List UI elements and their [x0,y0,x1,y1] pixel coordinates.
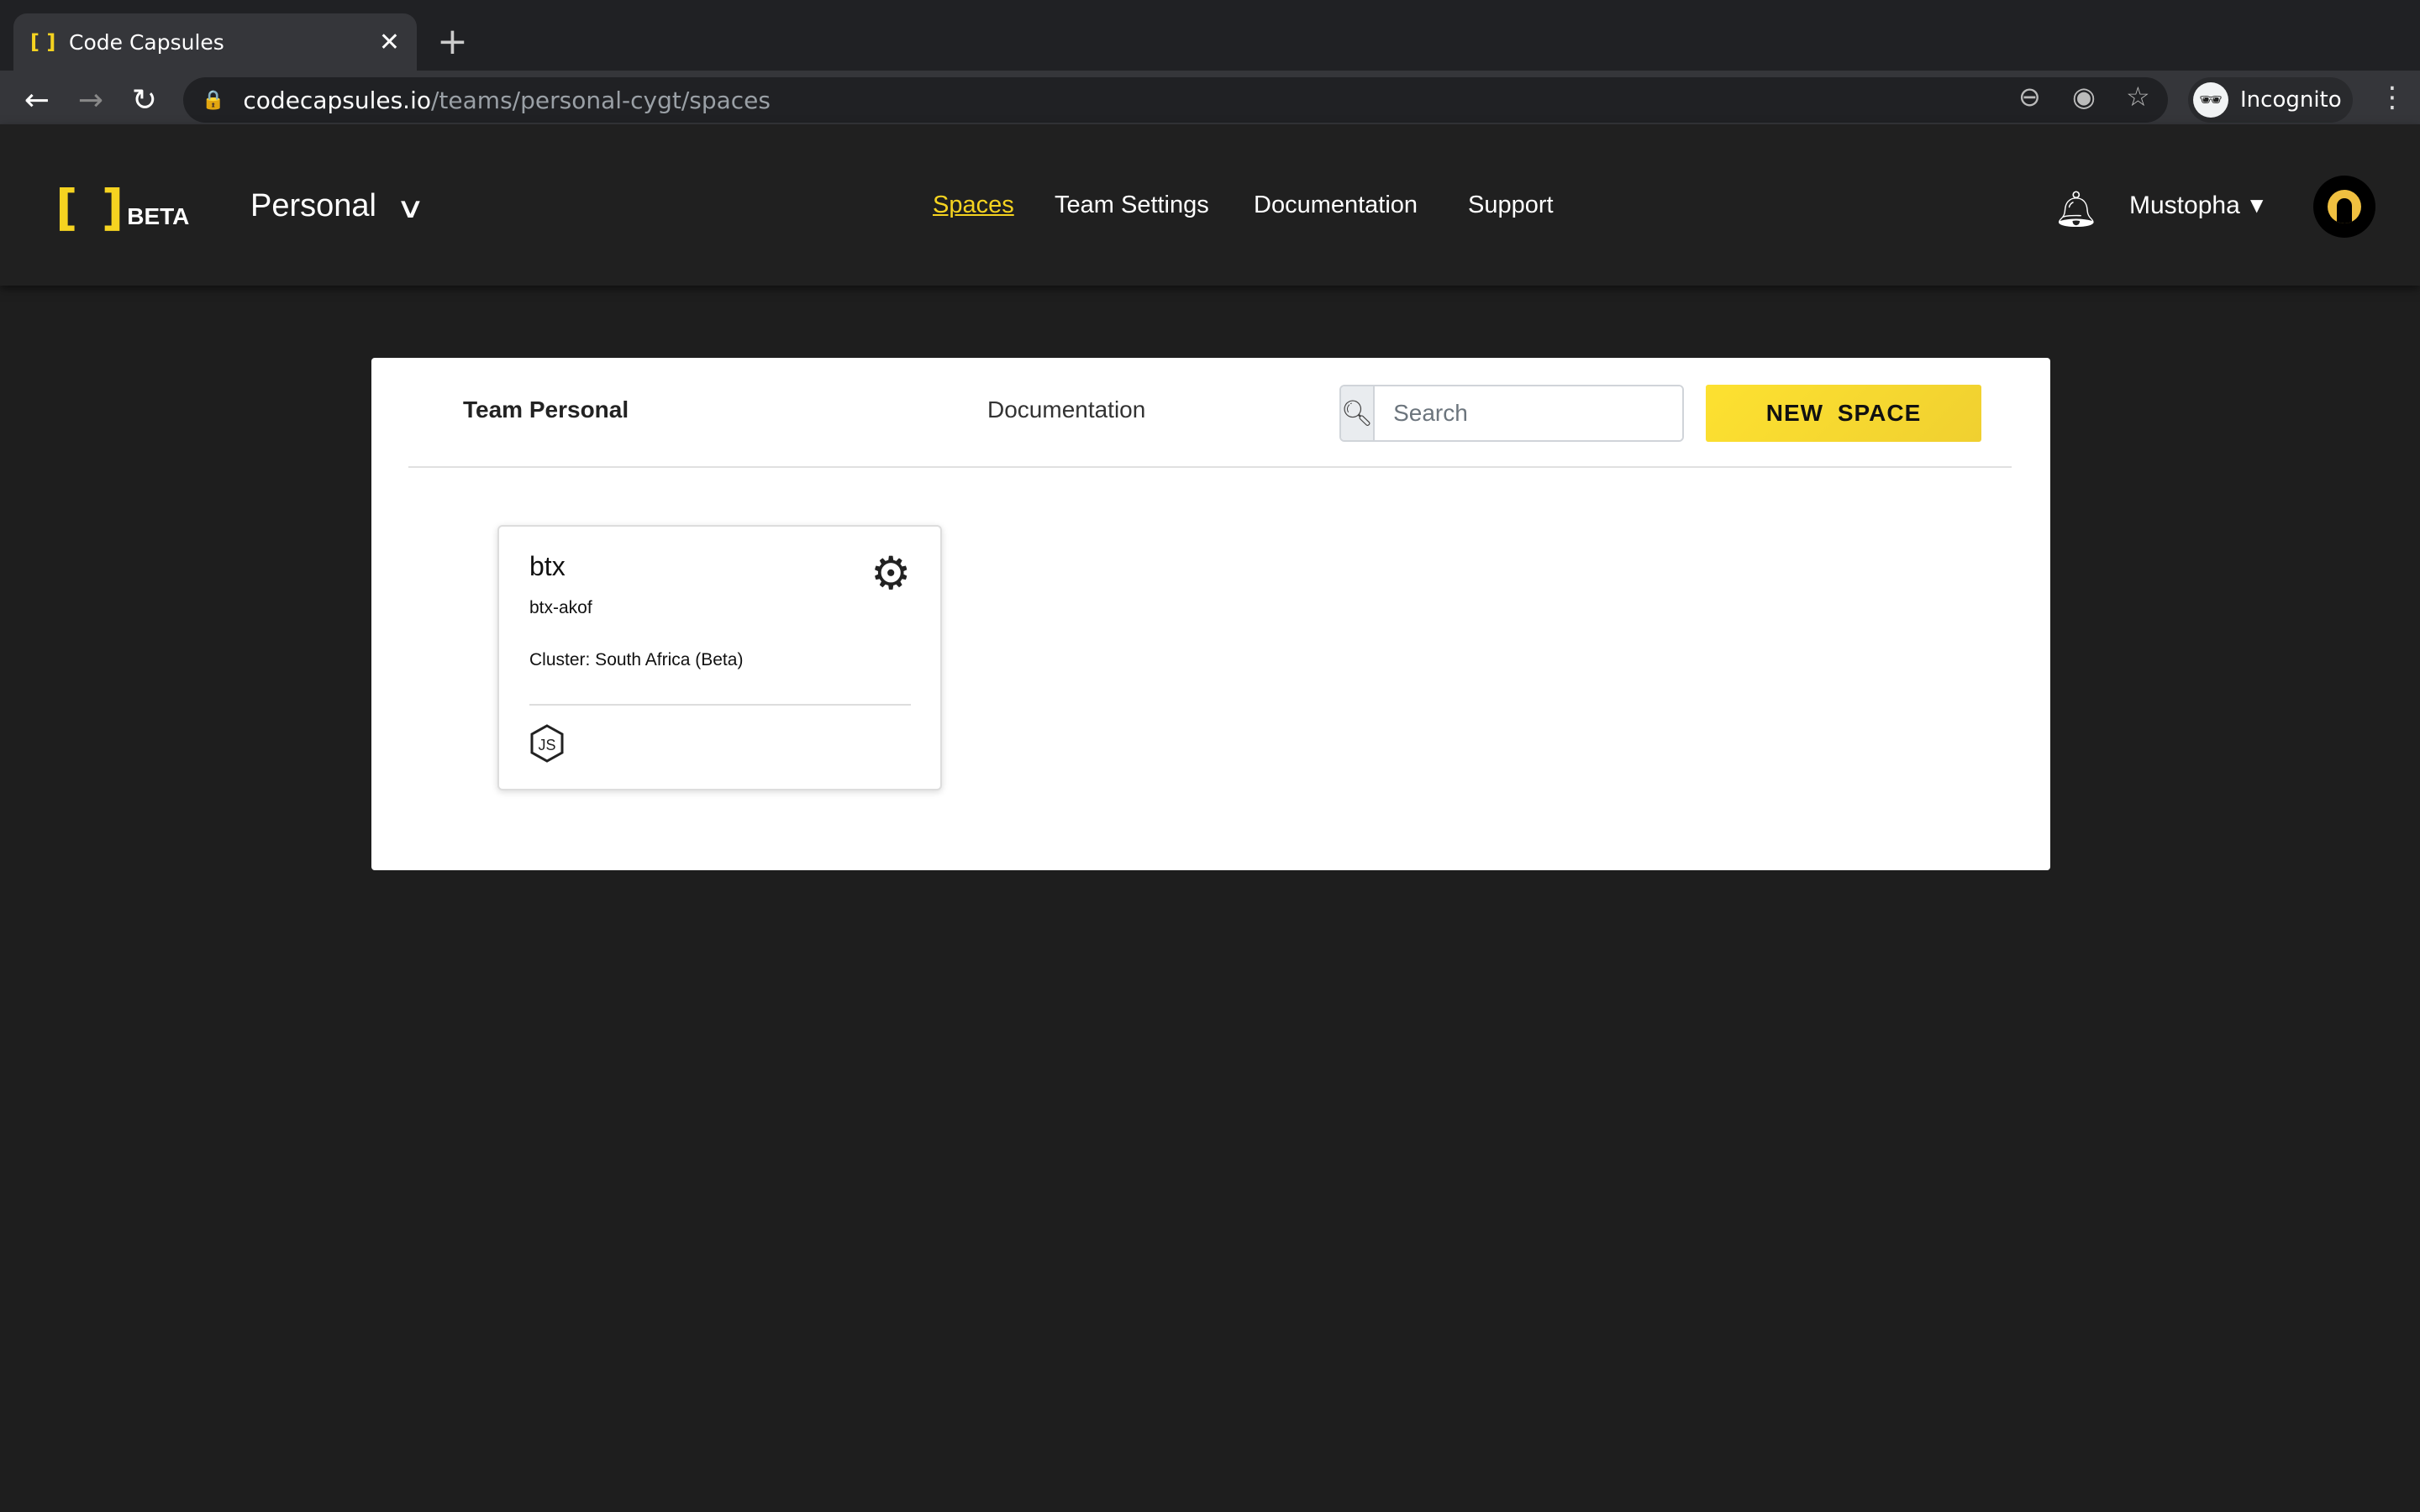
url-host: codecapsules.io [243,86,431,114]
panel-title: Team Personal [463,396,629,423]
user-silhouette-icon [2328,190,2361,223]
nodejs-icon: JS [530,724,564,763]
search-icon: 🔍︎ [1341,386,1376,440]
user-menu[interactable]: Mustopha [2129,192,2240,220]
search-input[interactable] [1375,386,1682,440]
more-menu-icon[interactable]: ⋮ [2378,81,2407,114]
incognito-icon: 🕶 [2193,82,2228,118]
forward-icon[interactable]: → [71,77,111,123]
team-selector[interactable]: Personal [250,188,376,224]
nav-spaces[interactable]: Spaces [933,192,1014,219]
address-bar[interactable]: 🔒 codecapsules.io/teams/personal-cygt/sp… [183,77,2168,123]
avatar[interactable] [2313,176,2375,238]
profile-label: Incognito [2240,87,2342,113]
new-tab-icon[interactable]: + [437,18,468,66]
space-slug: btx-akof [529,598,592,617]
eye-off-icon[interactable]: ◉ [2072,81,2096,113]
caret-down-icon[interactable]: ▼ [2250,195,2263,215]
code-capsules-favicon-icon: [ ] [30,30,56,54]
space-cluster: Cluster: South Africa (Beta) [529,650,744,669]
new-space-button[interactable]: NEW SPACE [1706,385,1981,442]
space-name[interactable]: btx [529,551,566,582]
close-tab-icon[interactable]: ✕ [379,28,400,57]
documentation-link[interactable]: Documentation [987,396,1145,423]
svg-text:JS: JS [538,737,555,753]
reload-icon[interactable]: ↻ [124,77,165,123]
chevron-down-icon[interactable]: ∨ [396,192,425,225]
zoom-out-icon[interactable]: ⊖ [2018,81,2041,113]
nav-support[interactable]: Support [1468,192,1554,219]
gear-icon[interactable]: ⚙ [871,551,911,596]
lock-icon: 🔒 [202,89,225,111]
notification-bell-icon[interactable]: 🔔︎ [2054,188,2098,230]
url-path: /teams/personal-cygt/spaces [431,86,771,114]
logo-brackets-icon: [ ] [55,179,128,236]
tab-title: Code Capsules [69,29,224,55]
logo-beta: BETA [127,203,190,229]
nav-team-settings[interactable]: Team Settings [1055,192,1209,219]
star-icon[interactable]: ☆ [2126,81,2150,113]
back-icon[interactable]: ← [17,77,57,123]
divider [408,466,2012,468]
browser-tab[interactable]: [ ] Code Capsules ✕ [13,13,417,71]
incognito-profile-button[interactable]: 🕶 Incognito [2188,77,2353,123]
logo[interactable]: [ ] BETA [55,179,190,236]
nav-documentation[interactable]: Documentation [1254,192,1418,219]
search-box: 🔍︎ [1339,385,1684,442]
card-divider [529,704,911,706]
